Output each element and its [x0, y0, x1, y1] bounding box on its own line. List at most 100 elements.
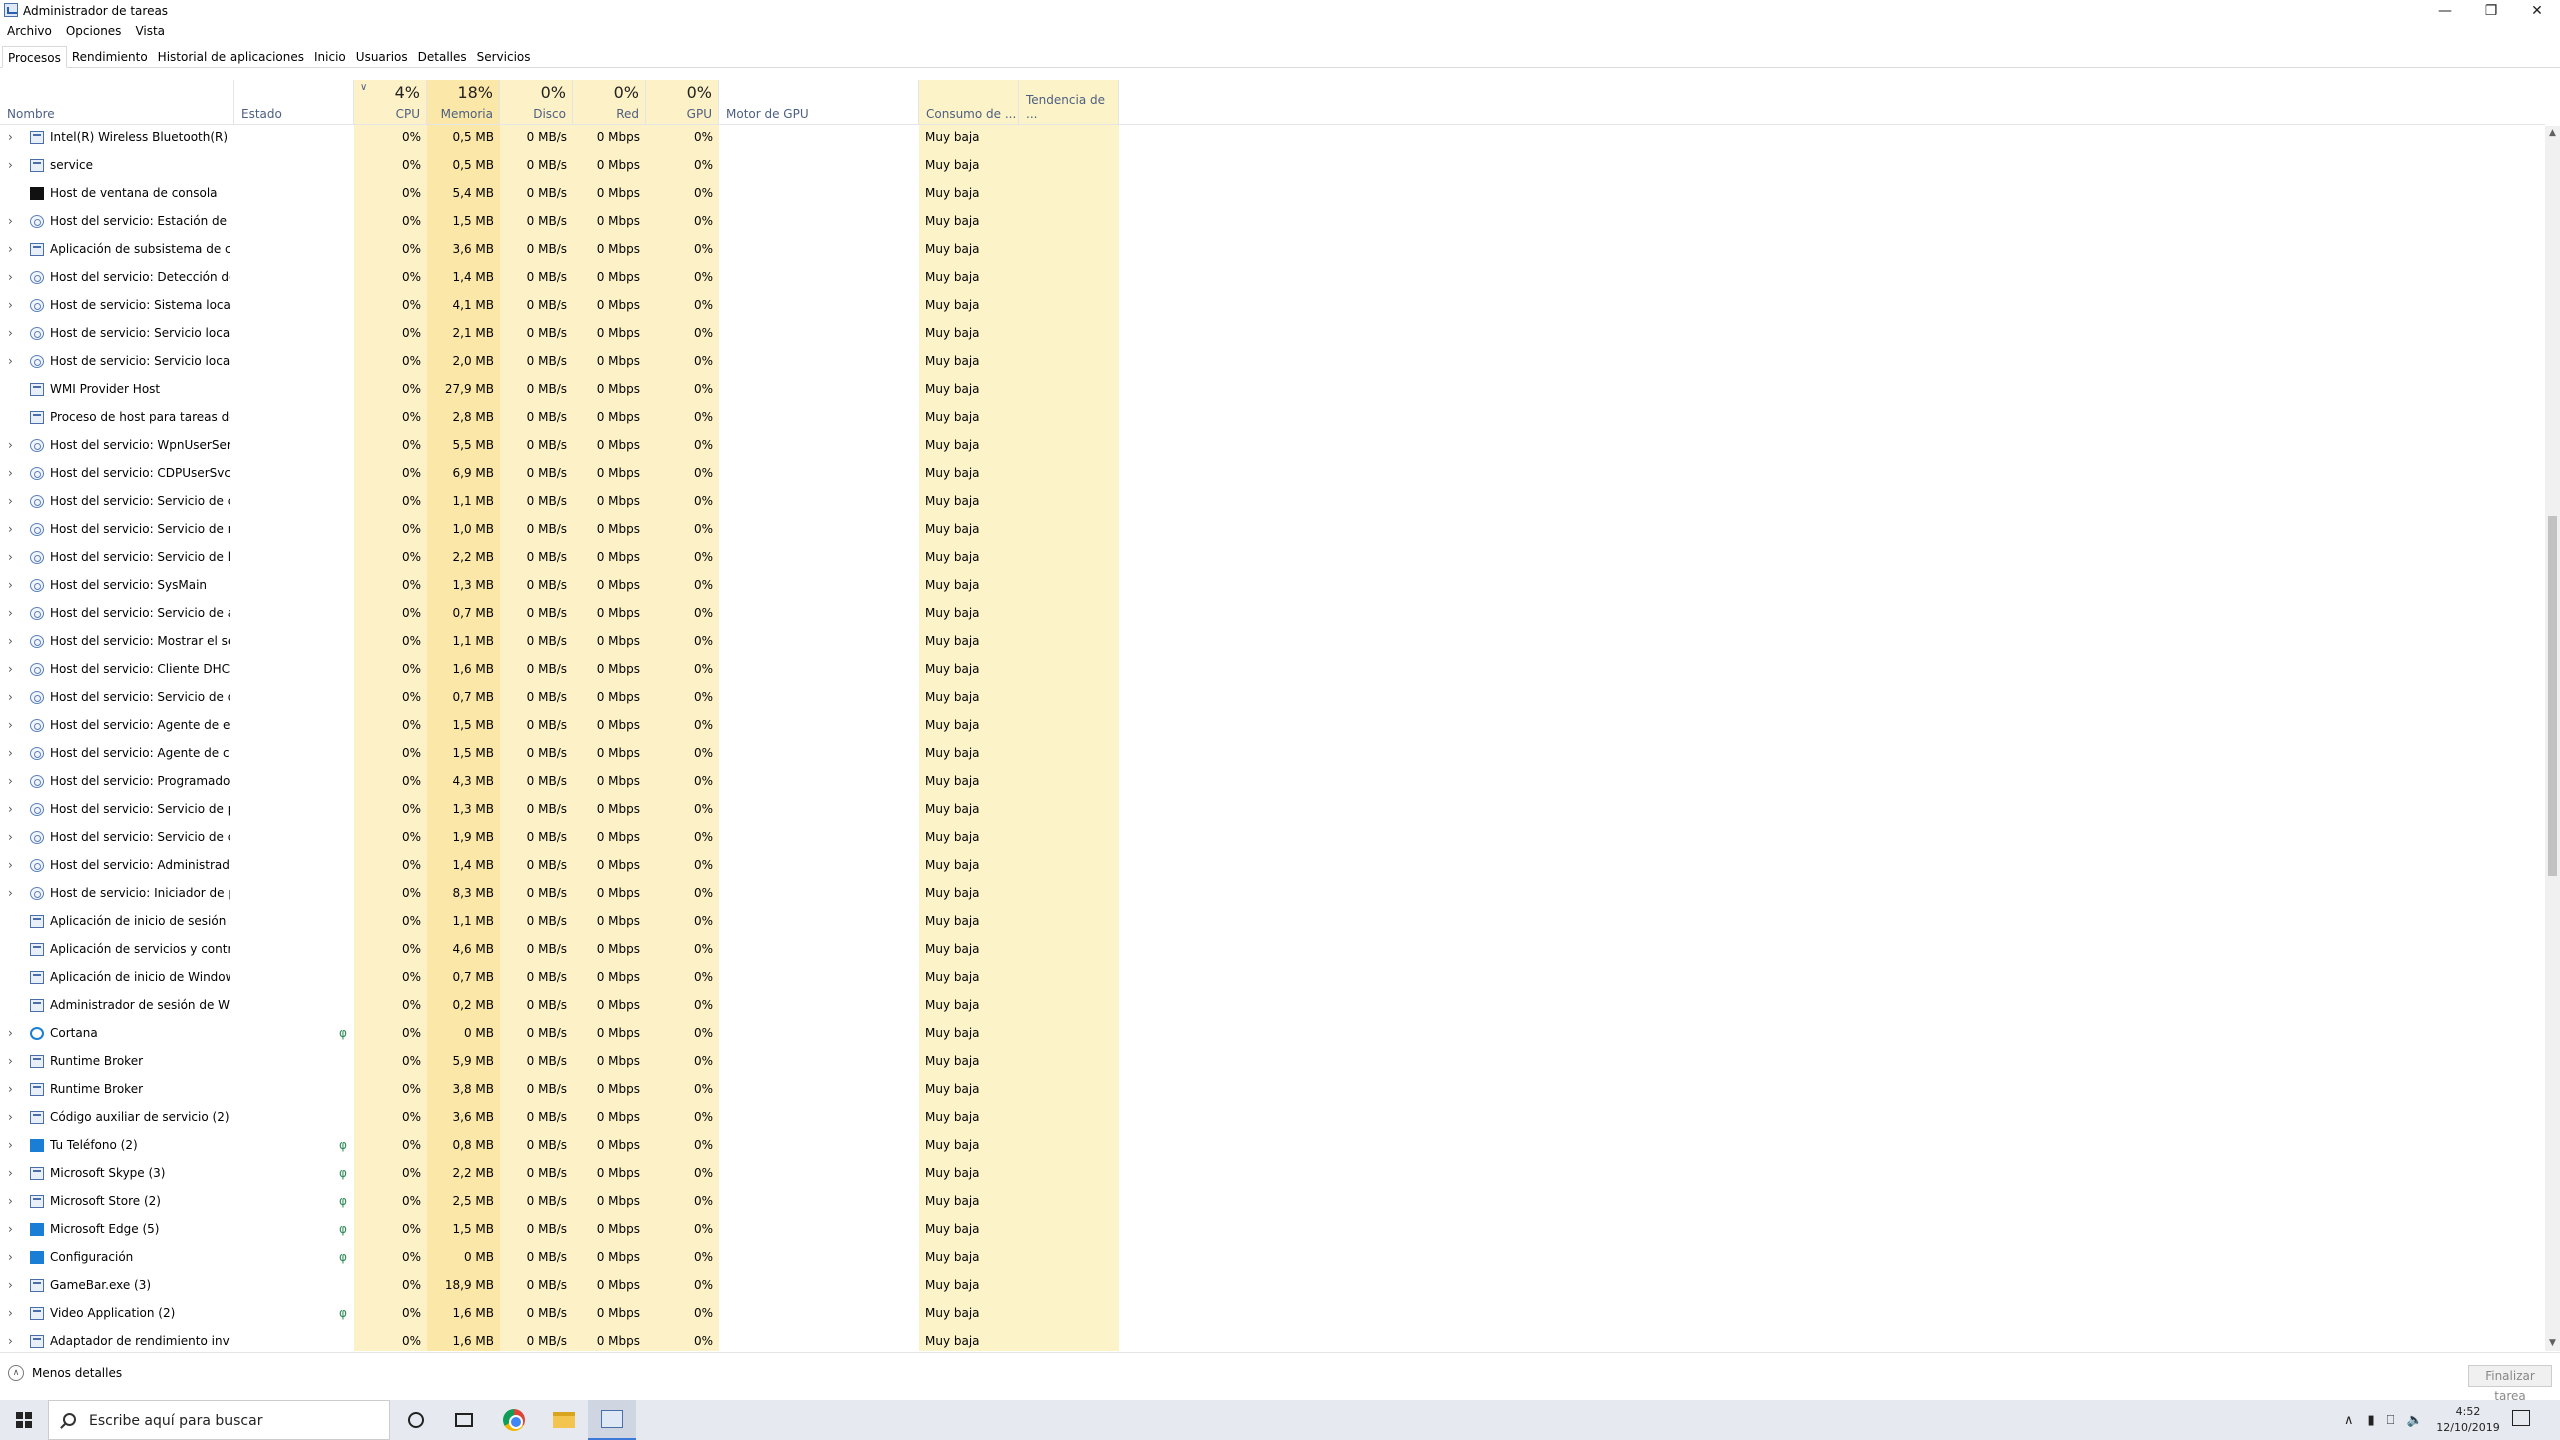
- table-row[interactable]: › Host de servicio: Sistema local (... 0% 4…: [0, 294, 2545, 322]
- table-row[interactable]: › Runtime Broker 0% 5,9 MB 0 MB/s 0 Mbps 0% Muy…: [0, 1050, 2545, 1078]
- tray-chevron-up-icon[interactable]: ∧: [2344, 1413, 2354, 1428]
- expand-chevron-icon[interactable]: ›: [8, 350, 13, 372]
- file-explorer-button[interactable]: [540, 1400, 588, 1440]
- table-row[interactable]: › Aplicación de subsistema de cola 0% 3,6 M…: [0, 238, 2545, 266]
- table-row[interactable]: › Host de servicio: Iniciador de pr... 0% 8…: [0, 882, 2545, 910]
- expand-chevron-icon[interactable]: ›: [8, 1190, 13, 1212]
- table-row[interactable]: › Host del servicio: Administrador... 0% 1,…: [0, 854, 2545, 882]
- expand-chevron-icon[interactable]: ›: [8, 1274, 13, 1296]
- header-name[interactable]: Nombre: [0, 80, 234, 125]
- menu-archivo[interactable]: Archivo: [7, 24, 52, 42]
- expand-chevron-icon[interactable]: ›: [8, 1218, 13, 1240]
- expand-chevron-icon[interactable]: ›: [8, 742, 13, 764]
- header-status[interactable]: Estado: [234, 80, 354, 125]
- tray-app-icon[interactable]: ▮: [2368, 1413, 2375, 1428]
- table-row[interactable]: › Host del servicio: Servicio de list... 0…: [0, 546, 2545, 574]
- end-task-button[interactable]: Finalizar tarea: [2468, 1365, 2552, 1403]
- table-row[interactable]: › Host del servicio: Mostrar el ser... 0% 1…: [0, 630, 2545, 658]
- table-row[interactable]: › Host del servicio: Agente de eve... 0% 1,…: [0, 714, 2545, 742]
- volume-icon[interactable]: 🔈: [2406, 1413, 2422, 1428]
- expand-chevron-icon[interactable]: ›: [8, 1162, 13, 1184]
- expand-chevron-icon[interactable]: ›: [8, 462, 13, 484]
- restore-button[interactable]: ❐: [2468, 0, 2514, 22]
- header-memory[interactable]: 18% Memoria: [427, 80, 500, 125]
- task-view-button[interactable]: [440, 1400, 488, 1440]
- table-row[interactable]: Aplicación de inicio de sesión d... 0% 1,1…: [0, 910, 2545, 938]
- expand-chevron-icon[interactable]: ›: [8, 882, 13, 904]
- expand-chevron-icon[interactable]: ›: [8, 126, 13, 148]
- expand-chevron-icon[interactable]: ›: [8, 490, 13, 512]
- expand-chevron-icon[interactable]: ›: [8, 1022, 13, 1044]
- expand-chevron-icon[interactable]: ›: [8, 630, 13, 652]
- table-row[interactable]: Host de ventana de consola 0% 5,4 MB 0 MB/s…: [0, 182, 2545, 210]
- expand-chevron-icon[interactable]: ›: [8, 154, 13, 176]
- table-row[interactable]: › Intel(R) Wireless Bluetooth(R) iB... 0% 0…: [0, 126, 2545, 154]
- table-row[interactable]: WMI Provider Host 0% 27,9 MB 0 MB/s 0 Mbps 0%…: [0, 378, 2545, 406]
- table-row[interactable]: › Host del servicio: Servicio de no... 0% 1…: [0, 518, 2545, 546]
- table-row[interactable]: › Cortana φ 0% 0 MB 0 MB/s 0 Mbps 0% Muy baja: [0, 1022, 2545, 1050]
- expand-chevron-icon[interactable]: ›: [8, 770, 13, 792]
- table-row[interactable]: › Adaptador de rendimiento inver... 0% 1,6 …: [0, 1330, 2545, 1351]
- expand-chevron-icon[interactable]: ›: [8, 322, 13, 344]
- table-row[interactable]: › Host del servicio: Detección de ... 0% 1,…: [0, 266, 2545, 294]
- table-row[interactable]: › Host del servicio: Estación de tr... 0% 1…: [0, 210, 2545, 238]
- clock[interactable]: 4:52 12/10/2019: [2432, 1404, 2504, 1436]
- table-row[interactable]: › Video Application (2) φ 0% 1,6 MB 0 MB/s 0 M…: [0, 1302, 2545, 1330]
- tab-rendimiento[interactable]: Rendimiento: [67, 46, 153, 68]
- menu-opciones[interactable]: Opciones: [66, 24, 122, 42]
- start-button[interactable]: [0, 1400, 48, 1440]
- tab-usuarios[interactable]: Usuarios: [351, 46, 413, 68]
- table-row[interactable]: › Configuración φ 0% 0 MB 0 MB/s 0 Mbps 0% Muy b…: [0, 1246, 2545, 1274]
- expand-chevron-icon[interactable]: ›: [8, 266, 13, 288]
- table-row[interactable]: › Runtime Broker 0% 3,8 MB 0 MB/s 0 Mbps 0% Muy…: [0, 1078, 2545, 1106]
- expand-chevron-icon[interactable]: ›: [8, 210, 13, 232]
- header-power-trend[interactable]: Tendencia de ...: [1019, 80, 1119, 125]
- expand-chevron-icon[interactable]: ›: [8, 238, 13, 260]
- expand-chevron-icon[interactable]: ›: [8, 1134, 13, 1156]
- close-button[interactable]: ✕: [2514, 0, 2560, 22]
- table-row[interactable]: › Microsoft Skype (3) φ 0% 2,2 MB 0 MB/s 0 Mbp…: [0, 1162, 2545, 1190]
- scroll-up-icon[interactable]: ▲: [2545, 126, 2560, 141]
- expand-chevron-icon[interactable]: ›: [8, 686, 13, 708]
- header-gpu[interactable]: 0% GPU: [646, 80, 719, 125]
- expand-chevron-icon[interactable]: ›: [8, 798, 13, 820]
- table-row[interactable]: Aplicación de servicios y contro... 0% 4,6…: [0, 938, 2545, 966]
- expand-chevron-icon[interactable]: ›: [8, 574, 13, 596]
- header-gpu-engine[interactable]: Motor de GPU: [719, 80, 919, 125]
- taskbar-search-box[interactable]: Escribe aquí para buscar: [48, 1400, 390, 1440]
- expand-chevron-icon[interactable]: ›: [8, 1106, 13, 1128]
- expand-chevron-icon[interactable]: ›: [8, 602, 13, 624]
- table-row[interactable]: › GameBar.exe (3) 0% 18,9 MB 0 MB/s 0 Mbps 0% M…: [0, 1274, 2545, 1302]
- table-row[interactable]: › Host del servicio: Servicio de as... 0% 0…: [0, 602, 2545, 630]
- expand-chevron-icon[interactable]: ›: [8, 854, 13, 876]
- expand-chevron-icon[interactable]: ›: [8, 1330, 13, 1351]
- table-row[interactable]: Administrador de sesión de Win... 0% 0,2 M…: [0, 994, 2545, 1022]
- task-manager-taskbar-button[interactable]: [588, 1400, 636, 1440]
- scroll-thumb[interactable]: [2548, 516, 2557, 876]
- expand-chevron-icon[interactable]: ›: [8, 1302, 13, 1324]
- table-row[interactable]: › Host del servicio: Servicio de co... 0% 1…: [0, 826, 2545, 854]
- header-disk[interactable]: 0% Disco: [500, 80, 573, 125]
- table-row[interactable]: › Host del servicio: Cliente DHCP 0% 1,6 MB…: [0, 658, 2545, 686]
- table-row[interactable]: › Host del servicio: Servicio de pu... 0% 1…: [0, 798, 2545, 826]
- expand-chevron-icon[interactable]: ›: [8, 518, 13, 540]
- expand-chevron-icon[interactable]: ›: [8, 294, 13, 316]
- minimize-button[interactable]: —: [2422, 0, 2468, 22]
- expand-chevron-icon[interactable]: ›: [8, 1050, 13, 1072]
- menu-vista[interactable]: Vista: [135, 24, 165, 42]
- expand-chevron-icon[interactable]: ›: [8, 434, 13, 456]
- expand-chevron-icon[interactable]: ›: [8, 546, 13, 568]
- chrome-button[interactable]: [490, 1400, 538, 1440]
- table-row[interactable]: › Host del servicio: CDPUserSvc_2... 0% 6,9…: [0, 462, 2545, 490]
- table-row[interactable]: › Host de servicio: Servicio local (... 0%…: [0, 350, 2545, 378]
- table-row[interactable]: › Tu Teléfono (2) φ 0% 0,8 MB 0 MB/s 0 Mbps 0% M…: [0, 1134, 2545, 1162]
- cortana-button[interactable]: [392, 1400, 440, 1440]
- table-row[interactable]: › Host del servicio: SysMain 0% 1,3 MB 0 MB/…: [0, 574, 2545, 602]
- expand-chevron-icon[interactable]: ›: [8, 714, 13, 736]
- expand-chevron-icon[interactable]: ›: [8, 1078, 13, 1100]
- expand-chevron-icon[interactable]: ›: [8, 1246, 13, 1268]
- table-row[interactable]: › Host del servicio: Programador ... 0% 4,3…: [0, 770, 2545, 798]
- table-row[interactable]: › Host del servicio: Servicio de dis... 0%…: [0, 686, 2545, 714]
- tab-detalles[interactable]: Detalles: [413, 46, 472, 68]
- table-row[interactable]: › Microsoft Edge (5) φ 0% 1,5 MB 0 MB/s 0 Mbps…: [0, 1218, 2545, 1246]
